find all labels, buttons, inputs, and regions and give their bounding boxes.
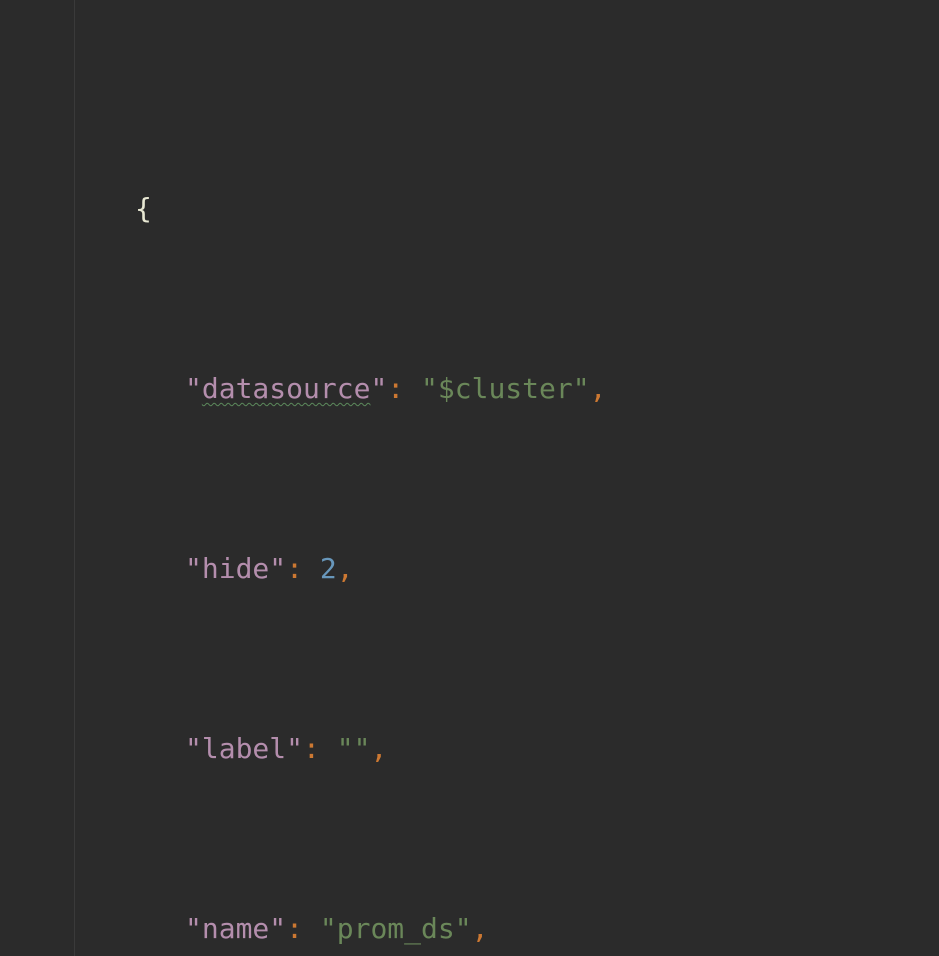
- quote: ": [320, 912, 337, 945]
- quote: ": [421, 372, 438, 405]
- json-key-hide: hide: [202, 552, 269, 585]
- colon: :: [286, 912, 320, 945]
- quote: ": [185, 912, 202, 945]
- code-area[interactable]: { "datasource": "$cluster", "hide": 2, "…: [75, 0, 606, 956]
- quote: ": [337, 732, 354, 765]
- json-number: 2: [320, 552, 337, 585]
- quote: ": [185, 552, 202, 585]
- quote: ": [354, 732, 371, 765]
- colon: :: [387, 372, 421, 405]
- quote: ": [269, 912, 286, 945]
- quote: ": [269, 552, 286, 585]
- code-line: "label": "",: [85, 726, 606, 771]
- quote: ": [370, 372, 387, 405]
- json-key-label: label: [202, 732, 286, 765]
- code-line: "hide": 2,: [85, 546, 606, 591]
- quote: ": [185, 732, 202, 765]
- comma: ,: [370, 732, 387, 765]
- comma: ,: [337, 552, 354, 585]
- comma: ,: [590, 372, 607, 405]
- quote: ": [455, 912, 472, 945]
- json-key-name: name: [202, 912, 269, 945]
- code-line: "datasource": "$cluster",: [85, 366, 606, 411]
- colon: :: [303, 732, 337, 765]
- quote: ": [573, 372, 590, 405]
- quote: ": [286, 732, 303, 765]
- comma: ,: [472, 912, 489, 945]
- editor-gutter: [0, 0, 75, 956]
- code-line: "name": "prom_ds",: [85, 906, 606, 951]
- colon: :: [286, 552, 320, 585]
- json-string: prom_ds: [337, 912, 455, 945]
- open-brace: {: [135, 192, 152, 225]
- json-key-datasource: datasource: [202, 372, 371, 405]
- quote: ": [185, 372, 202, 405]
- json-string: $cluster: [438, 372, 573, 405]
- code-editor[interactable]: { "datasource": "$cluster", "hide": 2, "…: [0, 0, 939, 956]
- code-line: {: [85, 186, 606, 231]
